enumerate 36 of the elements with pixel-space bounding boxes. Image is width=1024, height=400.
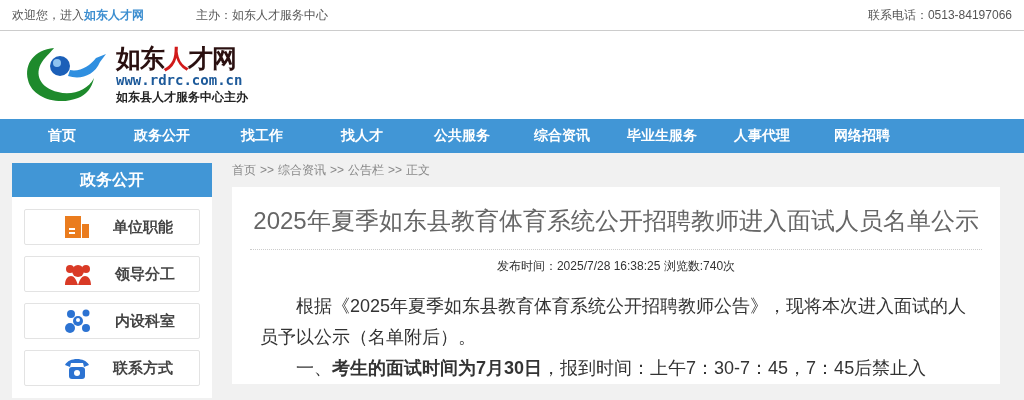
phone-icon [65, 357, 89, 379]
nav-item[interactable]: 政务公开 [112, 119, 212, 153]
sidebar-item[interactable]: 联系方式 [24, 350, 200, 386]
people-icon [65, 263, 91, 285]
logo-title: 如东人才网 [116, 44, 237, 72]
network-icon [65, 309, 91, 333]
nav-item[interactable]: 公共服务 [412, 119, 512, 153]
nav-item[interactable]: 找人才 [312, 119, 412, 153]
nav-item[interactable]: 首页 [12, 119, 112, 153]
nav-item[interactable]: 网络招聘 [812, 119, 912, 153]
article-paragraph: 根据《2025年夏季如东县教育体育系统公开招聘教师公告》，现将本次进入面试的人员予以公示（名单附后）。 [259, 295, 968, 349]
phone-text: 联系电话：0513-84197066 [867, 6, 1012, 24]
breadcrumb-link[interactable]: 公告栏 [348, 161, 385, 179]
breadcrumb-link[interactable]: 首页 [232, 161, 256, 179]
nav-item[interactable]: 找工作 [212, 119, 312, 153]
sidebar-item[interactable]: 内设科室 [24, 303, 200, 339]
breadcrumb-link[interactable]: 正文 [406, 161, 431, 179]
nav-item[interactable]: 毕业生服务 [612, 119, 712, 153]
sidebar-title: 政务公开 [12, 163, 212, 197]
breadcrumb-separator: >> [388, 163, 403, 177]
nav-item[interactable]: 综合资讯 [512, 119, 612, 153]
article-paragraph: 一、考生的面试时间为7月30日，报到时间：上午7：30-7：45，7：45后禁止入 [295, 357, 928, 380]
logo-subtitle: 如东县人才服务中心主办 [116, 89, 248, 106]
breadcrumb-separator: >> [260, 163, 274, 177]
sidebar-item[interactable]: 单位职能 [24, 209, 200, 245]
article-title: 2025年夏季如东县教育体育系统公开招聘教师进入面试人员名单公示 [250, 205, 982, 250]
article-meta: 发布时间：2025/7/28 16:38:25 浏览数:740次 [495, 258, 737, 275]
nav-item[interactable]: 人事代理 [712, 119, 812, 153]
breadcrumb-separator: >> [330, 163, 345, 177]
logo-url: www.rdrc.com.cn [116, 72, 244, 88]
site-link[interactable]: 如东人才网 [84, 6, 144, 24]
host-text: 主办：如东人才服务中心 [196, 6, 328, 24]
welcome-text: 欢迎您，进入 [12, 6, 84, 24]
breadcrumb-link[interactable]: 综合资讯 [278, 161, 326, 179]
building-icon [65, 216, 89, 238]
sidebar-item[interactable]: 领导分工 [24, 256, 200, 292]
